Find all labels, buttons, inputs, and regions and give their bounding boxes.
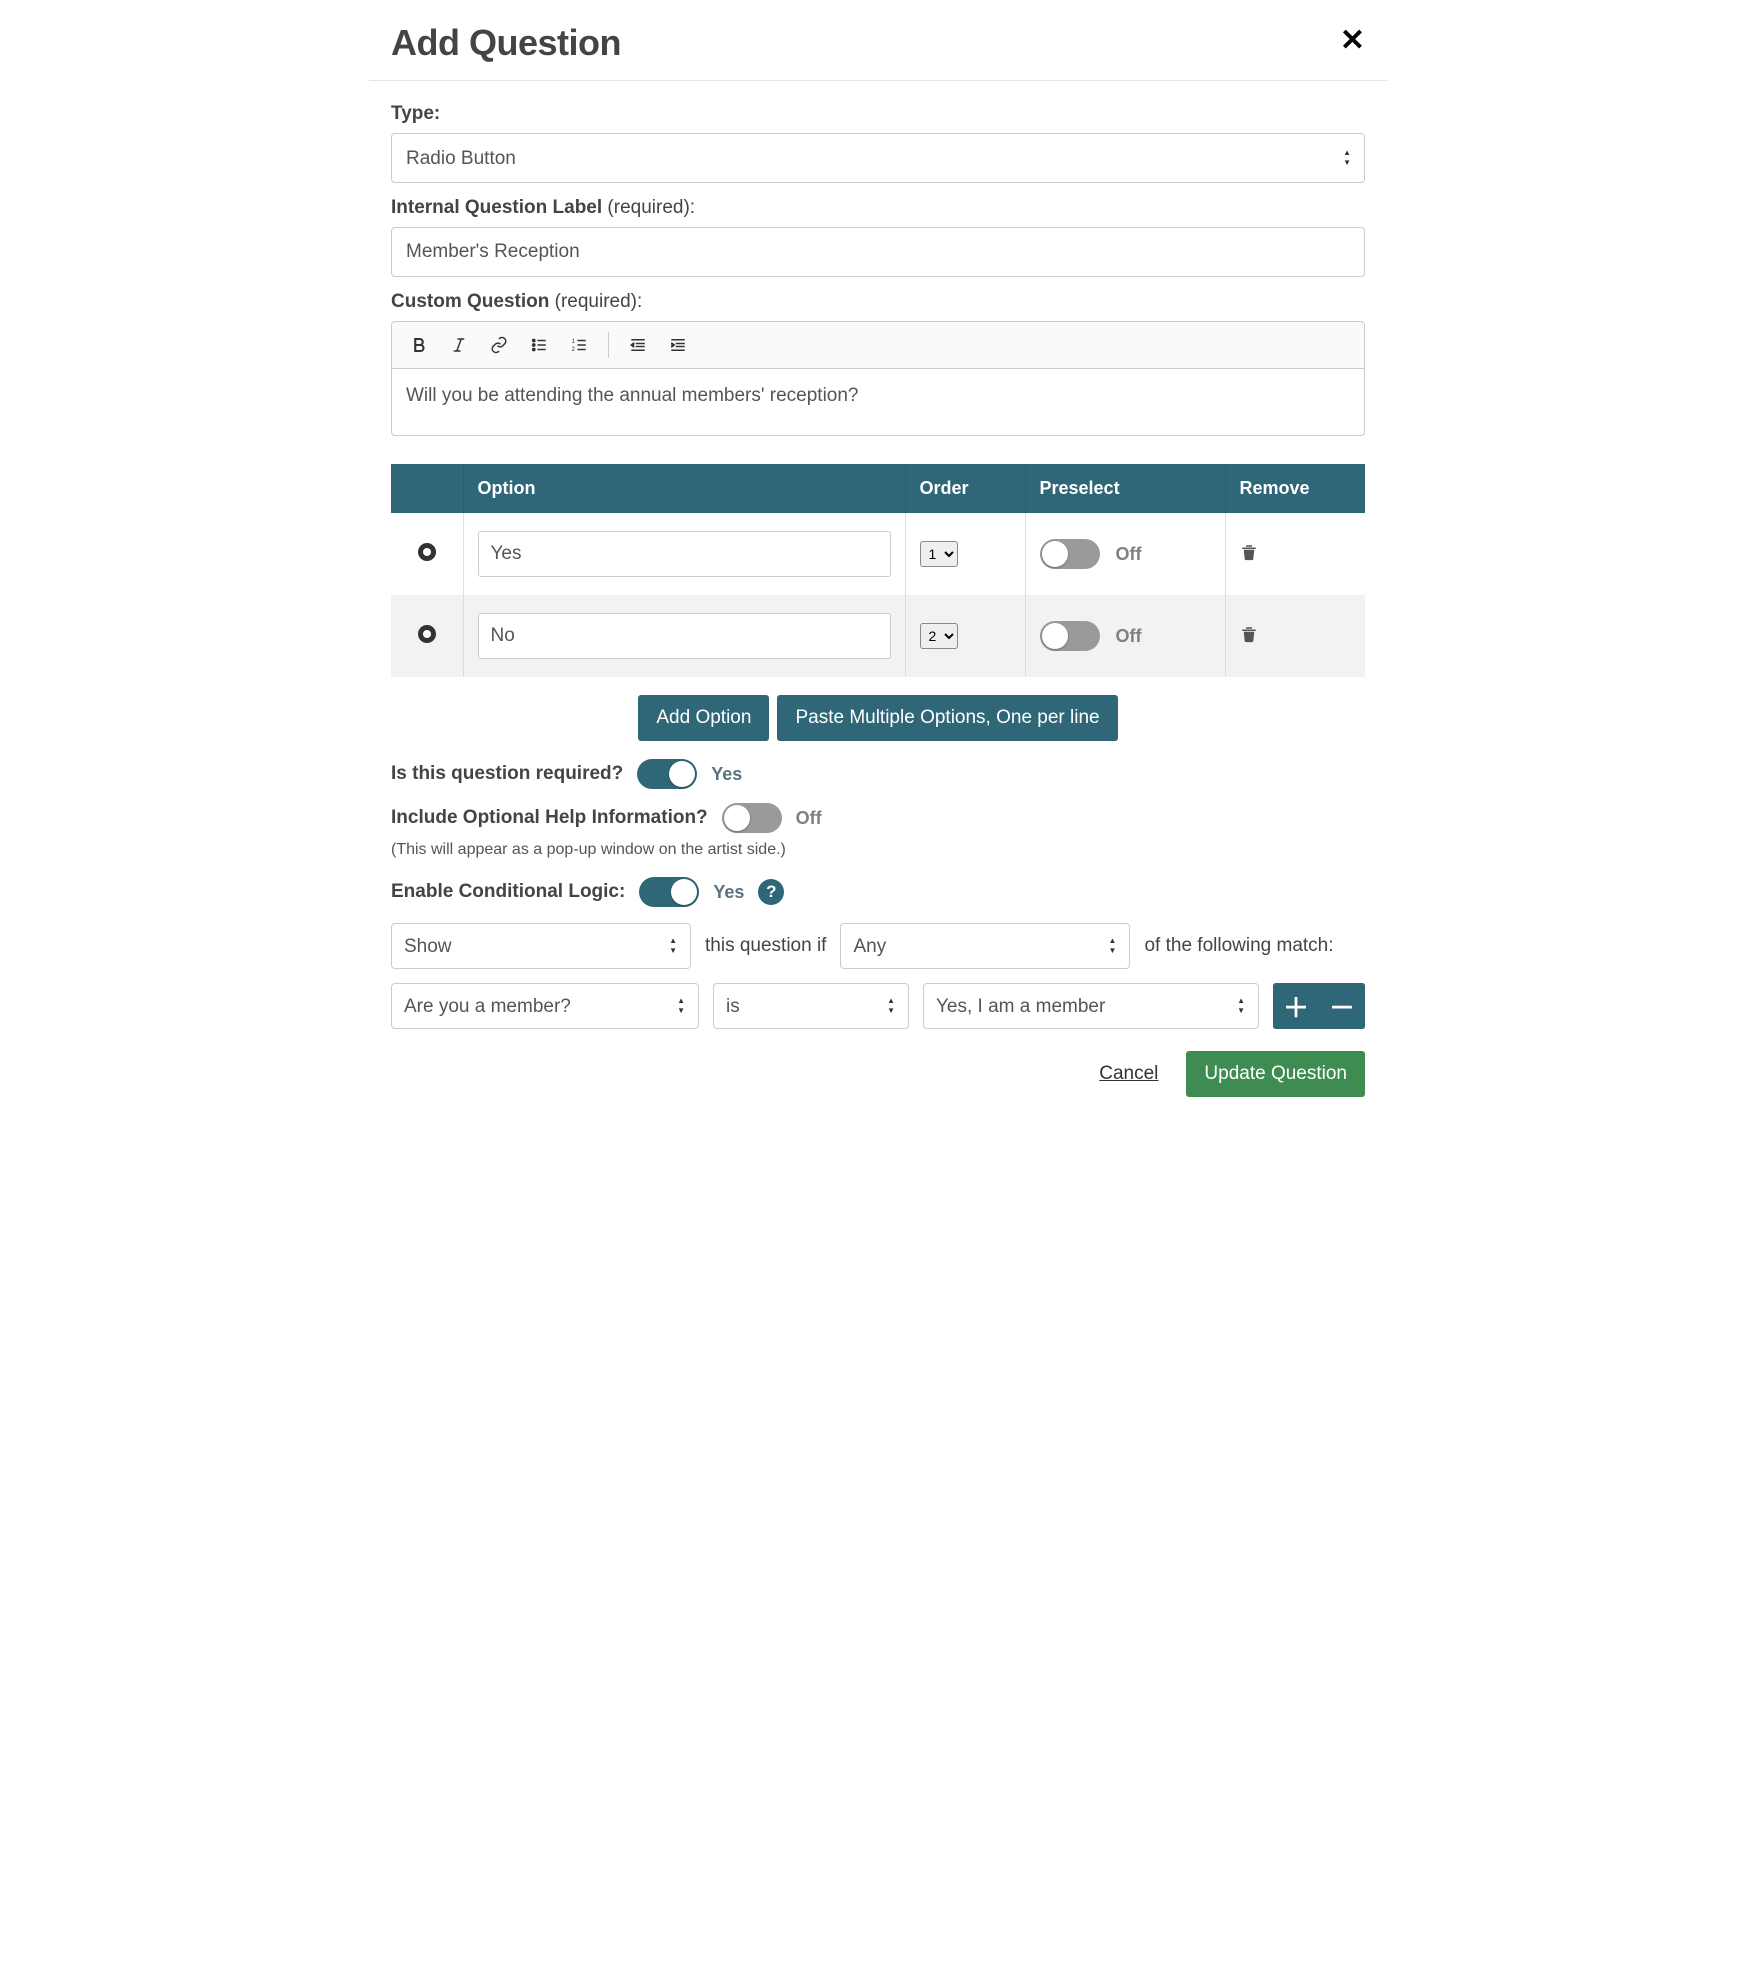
- preselect-toggle-label: Off: [1116, 544, 1142, 565]
- preselect-toggle[interactable]: [1040, 539, 1100, 569]
- italic-icon[interactable]: [442, 328, 476, 362]
- trash-icon[interactable]: [1240, 624, 1258, 644]
- logic-action-select[interactable]: Show: [391, 923, 691, 969]
- internal-label-group: Internal Question Label (required):: [391, 197, 1365, 277]
- logic-text-2: of the following match:: [1144, 935, 1333, 957]
- options-header-option: Option: [463, 464, 905, 513]
- logic-value-select[interactable]: Yes, I am a member: [923, 983, 1259, 1029]
- bullet-list-icon[interactable]: [522, 328, 556, 362]
- rte-toolbar: 12: [392, 322, 1364, 369]
- toolbar-separator: [608, 332, 609, 358]
- help-icon[interactable]: ?: [758, 879, 784, 905]
- add-rule-icon[interactable]: ＋: [1273, 983, 1319, 1029]
- required-toggle-label: Yes: [711, 764, 742, 785]
- help-info-toggle-label: Off: [796, 808, 822, 829]
- option-buttons-row: Add Option Paste Multiple Options, One p…: [391, 695, 1365, 741]
- conditional-row: Enable Conditional Logic: Yes ?: [391, 877, 1365, 907]
- conditional-label: Enable Conditional Logic:: [391, 881, 625, 903]
- cancel-button[interactable]: Cancel: [1099, 1063, 1158, 1085]
- option-value-input[interactable]: [478, 613, 891, 659]
- internal-label-suffix: (required):: [602, 197, 695, 218]
- custom-question-label: Custom Question (required):: [391, 291, 1365, 313]
- logic-sentence-row: Show this question if Any of the followi…: [391, 923, 1365, 969]
- logic-op-select[interactable]: is: [713, 983, 909, 1029]
- required-label: Is this question required?: [391, 763, 623, 785]
- internal-label: Internal Question Label (required):: [391, 197, 1365, 219]
- add-question-modal: Add Question ✕ Type: Radio Button Intern…: [369, 0, 1387, 1127]
- numbered-list-icon[interactable]: 12: [562, 328, 596, 362]
- modal-body: Type: Radio Button Internal Question Lab…: [369, 81, 1387, 1097]
- indent-icon[interactable]: [661, 328, 695, 362]
- type-select-wrap: Radio Button: [391, 133, 1365, 183]
- options-table: Option Order Preselect Remove 1 Off: [391, 464, 1365, 677]
- type-label: Type:: [391, 103, 1365, 125]
- preselect-toggle[interactable]: [1040, 621, 1100, 651]
- trash-icon[interactable]: [1240, 542, 1258, 562]
- type-select[interactable]: Radio Button: [391, 133, 1365, 183]
- conditional-toggle-label: Yes: [713, 882, 744, 903]
- help-info-toggle[interactable]: [722, 803, 782, 833]
- required-row: Is this question required? Yes: [391, 759, 1365, 789]
- help-info-hint: (This will appear as a pop-up window on …: [391, 841, 1365, 859]
- options-table-body: 1 Off 2 O: [391, 513, 1365, 677]
- help-info-label: Include Optional Help Information?: [391, 807, 708, 829]
- modal-footer: Cancel Update Question: [391, 1051, 1365, 1097]
- logic-rule-row: Are you a member? is Yes, I am a member …: [391, 983, 1365, 1029]
- rich-text-editor: 12 Will you be attending the annual memb…: [391, 321, 1365, 436]
- logic-text-1: this question if: [705, 935, 826, 957]
- link-icon[interactable]: [482, 328, 516, 362]
- paste-options-button[interactable]: Paste Multiple Options, One per line: [777, 695, 1117, 741]
- logic-match-select[interactable]: Any: [840, 923, 1130, 969]
- add-option-button[interactable]: Add Option: [638, 695, 769, 741]
- logic-add-remove: ＋ －: [1273, 983, 1365, 1029]
- svg-text:2: 2: [572, 347, 576, 353]
- remove-rule-icon[interactable]: －: [1319, 983, 1365, 1029]
- type-group: Type: Radio Button: [391, 103, 1365, 183]
- options-header-preselect: Preselect: [1025, 464, 1225, 513]
- table-row: 1 Off: [391, 513, 1365, 595]
- help-info-row: Include Optional Help Information? Off: [391, 803, 1365, 833]
- options-table-head: Option Order Preselect Remove: [391, 464, 1365, 513]
- custom-question-input[interactable]: Will you be attending the annual members…: [392, 369, 1364, 435]
- bold-icon[interactable]: [402, 328, 436, 362]
- radio-icon: [418, 543, 436, 561]
- close-icon[interactable]: ✕: [1340, 22, 1365, 56]
- option-order-select[interactable]: 2: [920, 623, 958, 649]
- options-header-blank: [391, 464, 463, 513]
- outdent-icon[interactable]: [621, 328, 655, 362]
- update-question-button[interactable]: Update Question: [1186, 1051, 1365, 1097]
- logic-field-select[interactable]: Are you a member?: [391, 983, 699, 1029]
- options-header-order: Order: [905, 464, 1025, 513]
- radio-icon: [418, 625, 436, 643]
- custom-question-group: Custom Question (required): 12 Will you …: [391, 291, 1365, 436]
- modal-title: Add Question: [391, 22, 621, 64]
- internal-label-text: Internal Question Label: [391, 197, 602, 218]
- options-header-remove: Remove: [1225, 464, 1365, 513]
- option-order-select[interactable]: 1: [920, 541, 958, 567]
- modal-header: Add Question ✕: [369, 0, 1387, 81]
- custom-question-label-text: Custom Question: [391, 291, 549, 312]
- conditional-toggle[interactable]: [639, 877, 699, 907]
- table-row: 2 Off: [391, 595, 1365, 677]
- option-value-input[interactable]: [478, 531, 891, 577]
- preselect-toggle-label: Off: [1116, 626, 1142, 647]
- svg-text:1: 1: [572, 339, 576, 345]
- required-toggle[interactable]: [637, 759, 697, 789]
- internal-label-input[interactable]: [391, 227, 1365, 277]
- custom-question-label-suffix: (required):: [549, 291, 642, 312]
